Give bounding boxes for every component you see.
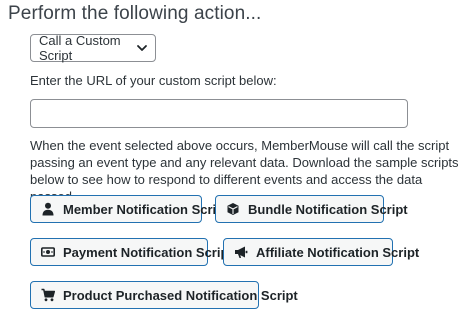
money-bill-icon — [41, 245, 55, 259]
action-select[interactable]: Call a Custom Script — [30, 33, 156, 63]
shopping-cart-icon — [41, 288, 55, 302]
cube-icon — [226, 202, 240, 216]
bundle-notification-script-button[interactable]: Bundle Notification Script — [215, 195, 408, 223]
button-label: Bundle Notification Script — [248, 201, 408, 217]
script-url-input[interactable] — [30, 99, 408, 128]
member-notification-script-button[interactable]: Member Notification Script — [30, 195, 228, 223]
payment-notification-script-button[interactable]: Payment Notification Script — [30, 238, 233, 266]
product-purchased-notification-script-button[interactable]: Product Purchased Notification Script — [30, 281, 298, 309]
button-label: Product Purchased Notification Script — [63, 287, 298, 303]
url-field-label: Enter the URL of your custom script belo… — [30, 73, 277, 88]
button-label: Affiliate Notification Script — [256, 244, 420, 260]
user-icon — [41, 202, 55, 216]
button-label: Payment Notification Script — [63, 244, 233, 260]
bullhorn-icon — [234, 245, 248, 259]
button-label: Member Notification Script — [63, 201, 229, 217]
affiliate-notification-script-button[interactable]: Affiliate Notification Script — [223, 238, 419, 266]
chevron-down-icon — [136, 42, 148, 54]
section-heading: Perform the following action... — [8, 3, 262, 24]
